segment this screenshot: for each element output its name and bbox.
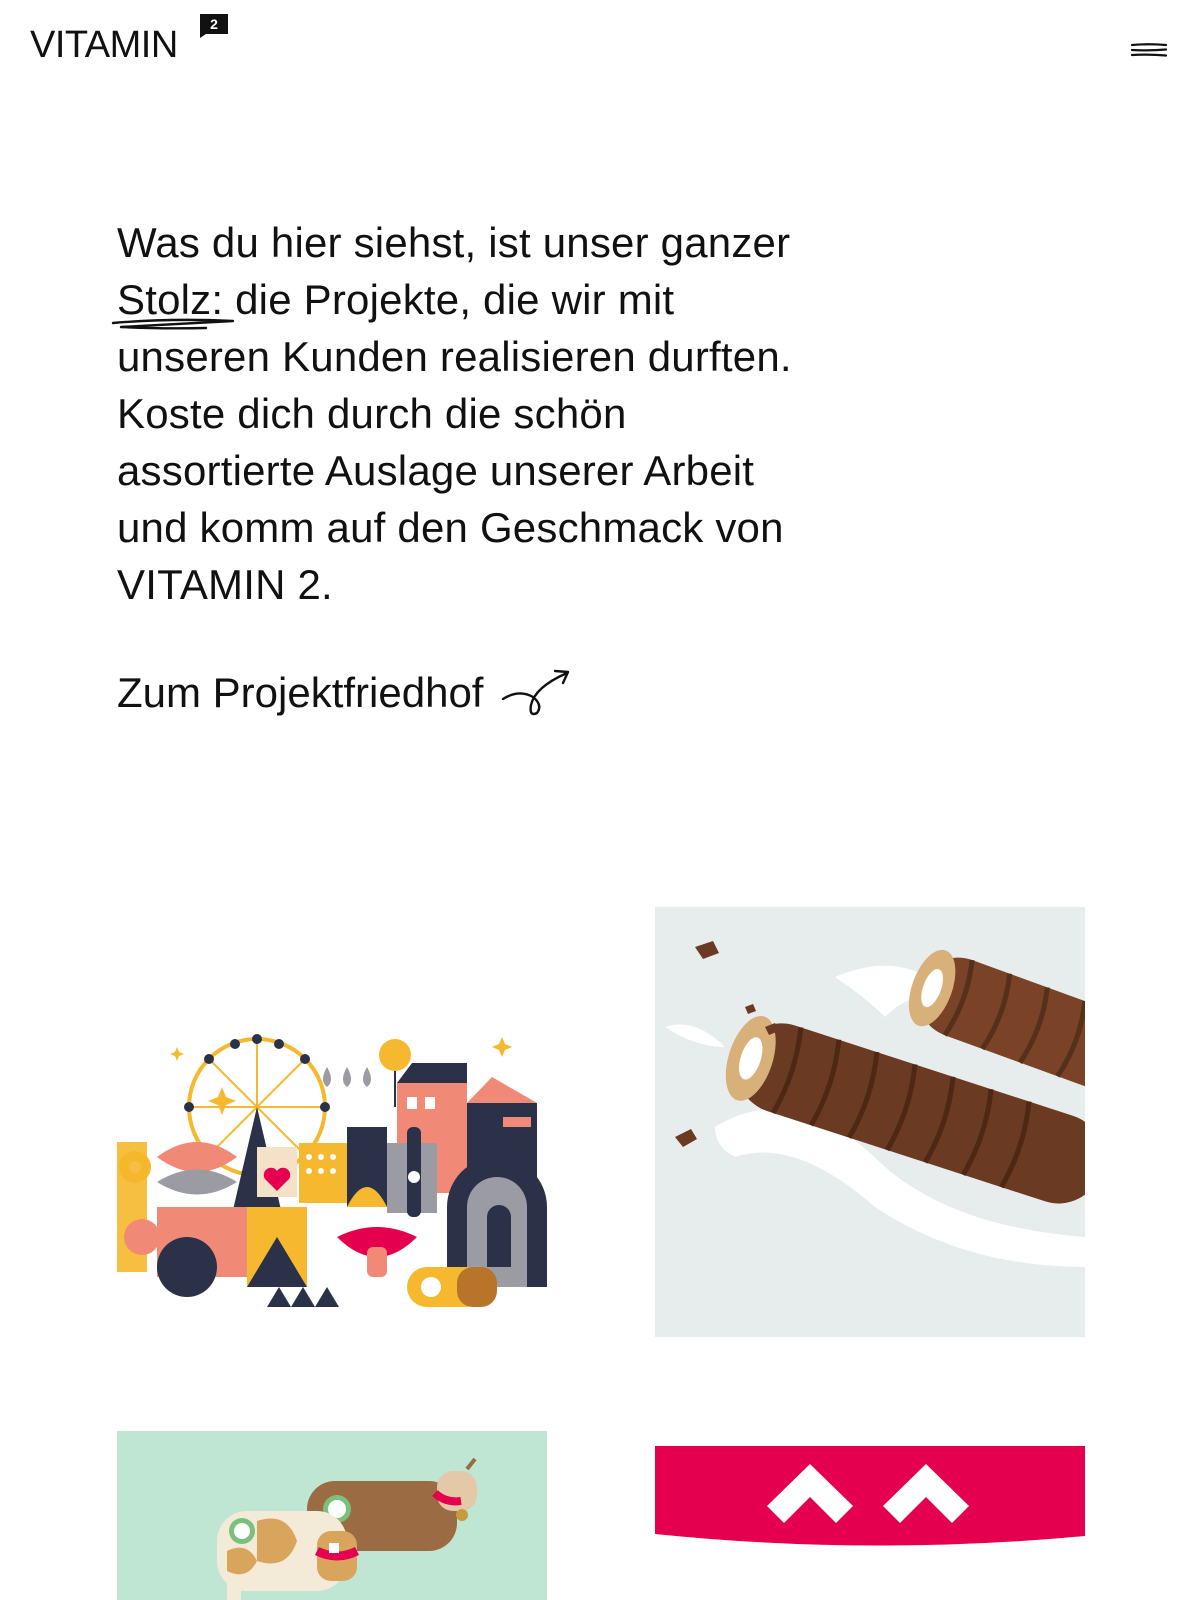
highlight-word: Stolz: xyxy=(111,271,235,330)
scribble-underline xyxy=(111,318,235,330)
curly-arrow-icon xyxy=(502,669,570,715)
logo-badge-number: 2 xyxy=(210,16,218,32)
wooden-cows-image xyxy=(217,1457,477,1600)
project-tile-chocolate[interactable] xyxy=(655,907,1085,1337)
intro-line: VITAMIN 2. xyxy=(117,561,333,608)
intro-line: assortierte Auslage unserer Arbeit xyxy=(117,447,755,494)
intro-line-rest: die Projekte, die wir mit xyxy=(235,276,675,323)
chocolate-wafer-image xyxy=(665,941,1085,1267)
cta-label: Zum Projektfriedhof xyxy=(117,669,484,716)
intro-line: Stolz: die Projekte, die wir mit xyxy=(111,271,897,330)
project-tile-illustration[interactable] xyxy=(117,907,547,1337)
city-illustration-image xyxy=(117,1034,547,1307)
intro-text: Was du hier siehst, ist unser ganzer Sto… xyxy=(111,214,897,613)
intro-line: und komm auf den Geschmack von xyxy=(117,504,784,551)
hamburger-icon xyxy=(1130,43,1168,57)
intro-line: Koste dich durch die schön xyxy=(117,390,627,437)
intro-line: Was du hier siehst, ist unser ganzer xyxy=(117,219,791,266)
intro-line: unseren Kunden realisieren durften. xyxy=(117,333,792,380)
project-tile-red[interactable] xyxy=(655,1446,1085,1556)
projektfriedhof-link[interactable]: Zum Projektfriedhof xyxy=(117,664,575,721)
logo-badge: 2 xyxy=(200,14,228,38)
red-chevrons-image xyxy=(655,1446,1085,1546)
logo[interactable]: VITAMIN 2 xyxy=(30,14,228,66)
logo-text: VITAMIN xyxy=(30,24,178,66)
hamburger-menu-button[interactable] xyxy=(1130,38,1168,62)
project-tile-cows[interactable] xyxy=(117,1431,547,1600)
site-header: VITAMIN 2 xyxy=(0,0,1200,100)
